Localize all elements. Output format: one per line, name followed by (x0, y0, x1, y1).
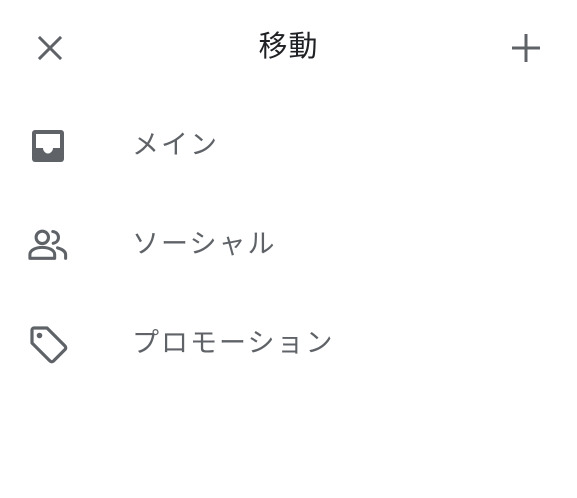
move-to-dialog: 移動 メイン ソーシャル プロモーション (0, 0, 577, 498)
plus-icon (512, 34, 540, 62)
list-item-label: メイン (132, 129, 219, 161)
dialog-title: 移動 (258, 29, 319, 63)
people-icon (28, 225, 68, 265)
list-item-label: ソーシャル (132, 228, 277, 260)
tag-icon (28, 324, 68, 364)
list-item-social[interactable]: ソーシャル (0, 195, 577, 294)
inbox-icon (28, 126, 68, 166)
list-item-primary[interactable]: メイン (0, 96, 577, 195)
list-item-label: プロモーション (132, 327, 335, 359)
dialog-header: 移動 (0, 0, 577, 92)
list-item-promotions[interactable]: プロモーション (0, 294, 577, 393)
add-label-button[interactable] (498, 20, 554, 76)
category-list: メイン ソーシャル プロモーション (0, 96, 577, 393)
